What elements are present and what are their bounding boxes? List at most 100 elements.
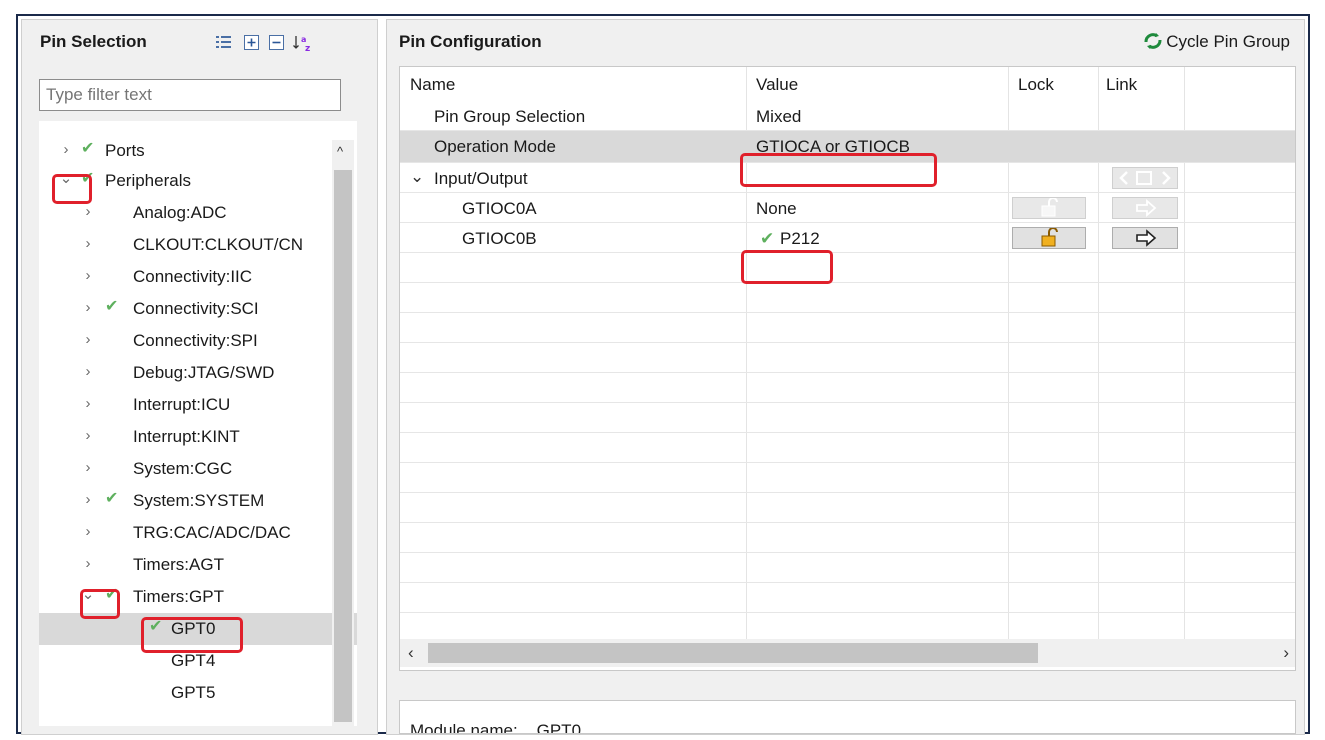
table-row-empty [400, 373, 1295, 403]
unlock-icon [1041, 197, 1058, 217]
svg-text:z: z [305, 44, 310, 52]
table-row[interactable]: Pin Group Selection Mixed [400, 101, 1295, 131]
table-horizontal-scrollbar[interactable]: ‹ › [400, 639, 1295, 667]
pin-configuration-panel: Pin Configuration Cycle Pin Group Name V… [386, 19, 1305, 735]
tree-item-timers-agt[interactable]: › Timers:AGT [39, 549, 357, 581]
table-row-empty [400, 433, 1295, 463]
cycle-icon [1144, 33, 1162, 49]
table-row[interactable]: GTIOC0B ✔ P212 [400, 223, 1295, 253]
svg-text:a: a [301, 35, 306, 44]
highlight-box [52, 174, 92, 204]
tree-item-label: CLKOUT:CLKOUT/CN [133, 235, 304, 254]
table-row-empty [400, 313, 1295, 343]
module-info-pane: Module name: GPT0 [399, 700, 1296, 734]
tree-item-label: System:SYSTEM [133, 491, 265, 510]
table-row-empty [400, 493, 1295, 523]
collapse-all-icon[interactable] [268, 34, 285, 51]
tree-item-label: Interrupt:KINT [133, 427, 240, 446]
link-group-button[interactable] [1112, 167, 1178, 189]
chevron-right-icon[interactable]: › [81, 204, 95, 219]
tree-item-label: Timers:GPT [133, 587, 224, 606]
scroll-up-icon[interactable]: ^ [337, 144, 343, 159]
cycle-pin-group-button[interactable]: Cycle Pin Group [1143, 32, 1290, 52]
row-name: GTIOC0A [462, 199, 537, 218]
check-icon: ✔ [105, 298, 119, 315]
tree-item-connectivity-iic[interactable]: › Connectivity:IIC [39, 261, 357, 293]
chevron-right-icon[interactable]: › [81, 332, 95, 347]
table-row-empty [400, 343, 1295, 373]
scroll-thumb[interactable] [334, 170, 352, 722]
chevron-right-icon[interactable]: › [59, 142, 73, 157]
highlight-box [141, 617, 243, 653]
tree-item-connectivity-sci[interactable]: › ✔ Connectivity:SCI [39, 293, 357, 325]
table-row-empty [400, 253, 1295, 283]
lock-button[interactable] [1012, 197, 1086, 219]
chevron-right-icon[interactable]: › [81, 364, 95, 379]
tree-item-label: Peripherals [105, 171, 191, 190]
tree-item-interrupt-icu[interactable]: › Interrupt:ICU [39, 389, 357, 421]
row-name: Operation Mode [434, 137, 556, 156]
tree-item-debug-jtag[interactable]: › Debug:JTAG/SWD [39, 357, 357, 389]
chevron-right-icon[interactable]: › [81, 492, 95, 507]
chevron-right-icon[interactable]: › [81, 556, 95, 571]
tree-item-label: Analog:ADC [133, 203, 227, 222]
table-row-empty [400, 463, 1295, 493]
row-name: Input/Output [434, 169, 528, 188]
highlight-box [80, 589, 120, 619]
pin-selection-header: Pin Selection az [22, 20, 377, 66]
tree-item-label: GPT5 [171, 683, 216, 702]
module-name-text: Module name: GPT0 [410, 721, 582, 734]
sort-az-icon[interactable]: az [292, 34, 314, 54]
chevron-right-icon[interactable]: › [81, 524, 95, 539]
column-header-name[interactable]: Name [410, 75, 455, 95]
tree-item-trg[interactable]: › TRG:CAC/ADC/DAC [39, 517, 357, 549]
arrow-right-icon [1136, 199, 1157, 217]
tree-item-clkout[interactable]: › CLKOUT:CLKOUT/CN [39, 229, 357, 261]
check-icon: ✔ [760, 229, 775, 248]
column-header-link[interactable]: Link [1106, 75, 1137, 95]
column-header-value[interactable]: Value [756, 75, 798, 95]
table-row-empty [400, 553, 1295, 583]
chevron-right-icon[interactable]: › [81, 300, 95, 315]
horizontal-scroll-thumb[interactable] [428, 643, 1038, 663]
chevron-right-icon[interactable]: › [81, 396, 95, 411]
chevron-right-icon[interactable]: › [81, 460, 95, 475]
table-row-empty [400, 403, 1295, 433]
row-value: Mixed [756, 107, 802, 126]
pin-configuration-title: Pin Configuration [399, 32, 542, 51]
filter-input[interactable] [39, 79, 341, 111]
scroll-right-icon[interactable]: › [1283, 643, 1289, 663]
tree-vertical-scrollbar[interactable]: ^ [332, 140, 354, 726]
tree-item-label: Timers:AGT [133, 555, 224, 574]
link-button[interactable] [1112, 197, 1178, 219]
tree-item-interrupt-kint[interactable]: › Interrupt:KINT [39, 421, 357, 453]
highlight-box [740, 153, 937, 187]
table-row-empty [400, 283, 1295, 313]
arrow-right-icon [1136, 229, 1157, 247]
chevron-down-icon[interactable]: ⌄ [410, 167, 424, 187]
table-row-empty [400, 523, 1295, 553]
scroll-left-icon[interactable]: ‹ [408, 643, 414, 663]
link-button[interactable] [1112, 227, 1178, 249]
chevron-right-icon[interactable]: › [81, 236, 95, 251]
row-value[interactable]: P212 [780, 229, 820, 249]
tree-item-connectivity-spi[interactable]: › Connectivity:SPI [39, 325, 357, 357]
column-header-lock[interactable]: Lock [1018, 75, 1054, 95]
link-group-icon [1119, 171, 1171, 185]
table-header: Name Value Lock Link [400, 67, 1295, 99]
check-icon: ✔ [81, 140, 95, 157]
lock-button[interactable] [1012, 227, 1086, 249]
chevron-right-icon[interactable]: › [81, 268, 95, 283]
chevron-right-icon[interactable]: › [81, 428, 95, 443]
tree-item-gpt5[interactable]: GPT5 [39, 677, 357, 709]
tree-item-ports[interactable]: › ✔ Ports [39, 135, 357, 167]
table-row[interactable]: GTIOC0A None [400, 193, 1295, 223]
expand-all-icon[interactable] [243, 34, 260, 51]
tree-item-system-system[interactable]: › ✔ System:SYSTEM [39, 485, 357, 517]
highlight-box [741, 250, 833, 284]
table-row-empty [400, 583, 1295, 613]
tree-item-system-cgc[interactable]: › System:CGC [39, 453, 357, 485]
tree-item-label: System:CGC [133, 459, 233, 478]
row-value: None [756, 199, 797, 218]
list-icon[interactable] [215, 34, 232, 51]
